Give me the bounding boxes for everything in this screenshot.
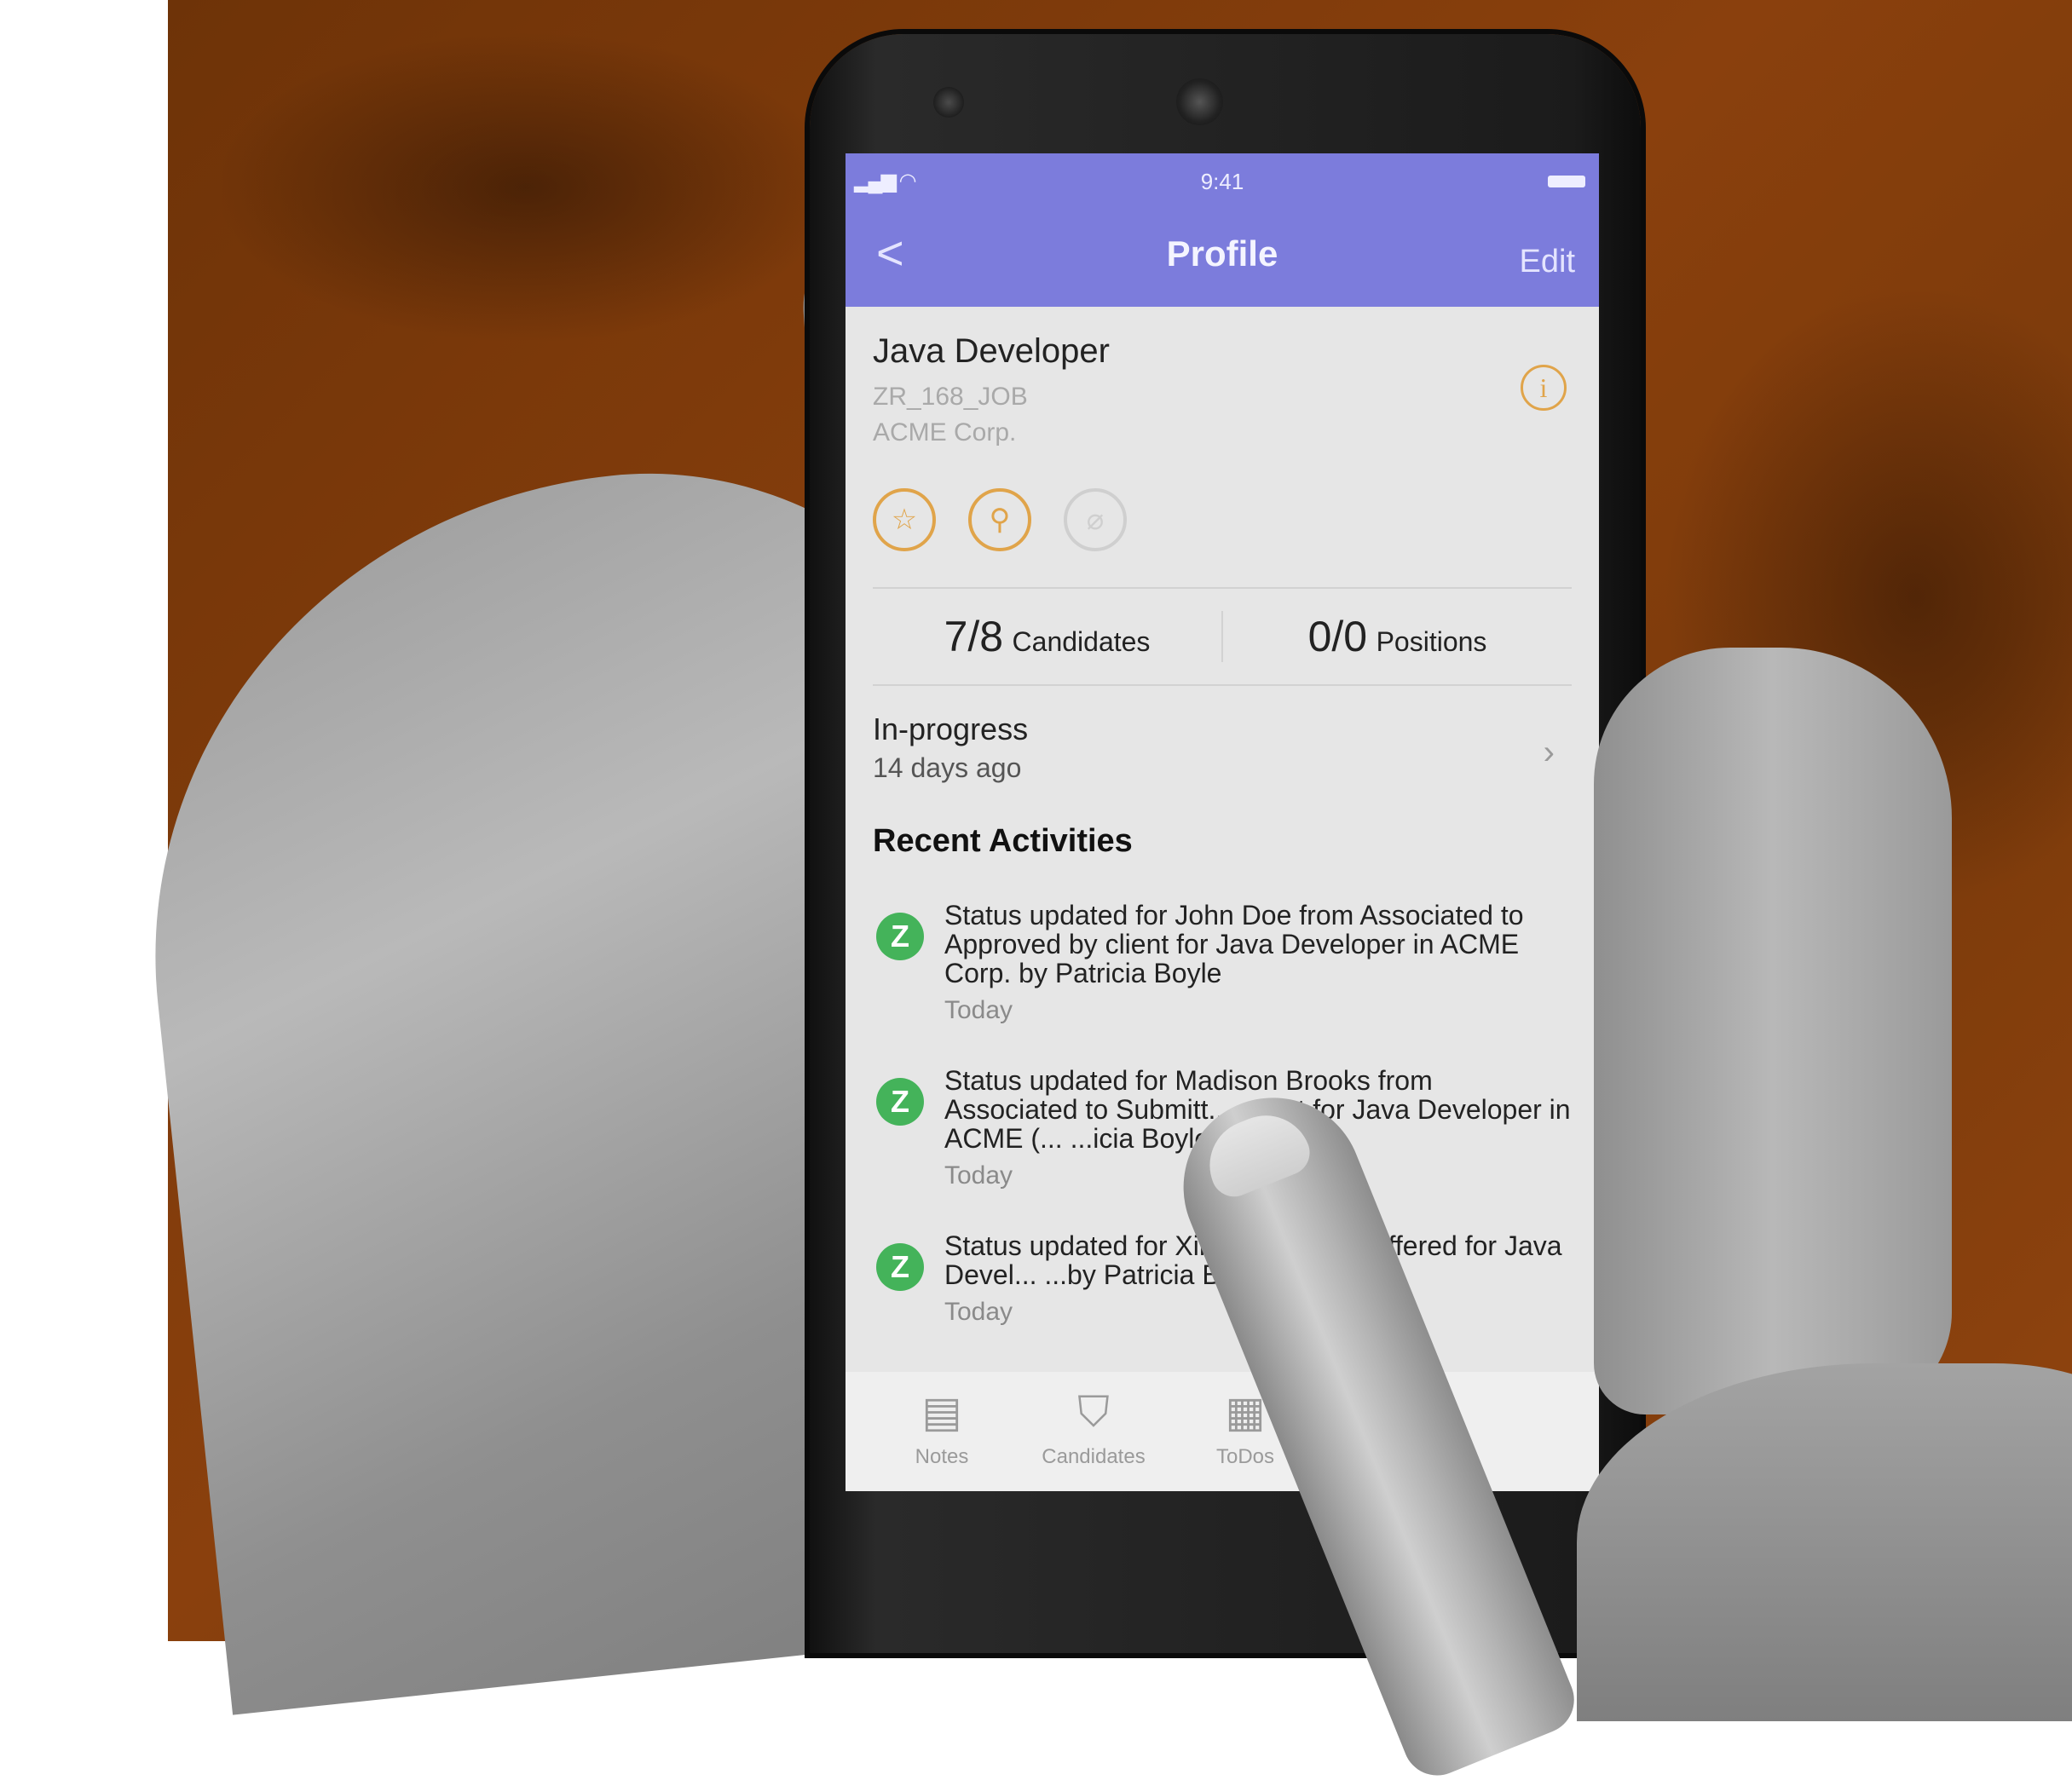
status-bar: ▂▄▆ ◠ 9:41 — [846, 153, 1599, 210]
battery-icon — [1548, 176, 1585, 187]
recent-activities-title: Recent Activities — [873, 823, 1133, 859]
activity-time: Today — [944, 996, 1013, 1024]
info-icon[interactable]: i — [1521, 365, 1567, 411]
positions-stat[interactable]: 0/0 Positions — [1223, 612, 1572, 661]
status-time: 9:41 — [1200, 169, 1244, 194]
front-camera — [933, 87, 964, 118]
activity-item[interactable]: Z Status updated for John Doe from Assoc… — [873, 901, 1572, 1025]
tab-candidates[interactable]: ⛉ Candidates — [1018, 1372, 1169, 1491]
job-status: In-progress — [873, 712, 1029, 746]
nav-bar: < Profile Edit — [846, 210, 1599, 307]
action-row: ☆ ⚲ ⌀ — [873, 488, 1572, 551]
job-title: Java Developer — [873, 332, 1110, 370]
job-company: ACME Corp. — [873, 418, 1017, 446]
earpiece-speaker — [1176, 78, 1223, 125]
phone-device: ▂▄▆ ◠ 9:41 < Profile Edit i Java Develop… — [810, 34, 1641, 1653]
zoho-z-icon: Z — [876, 913, 924, 960]
activity-text: Status updated for John Doe from Associa… — [944, 900, 1524, 988]
job-meta: ZR_168_JOB ACME Corp. — [873, 379, 1572, 451]
location-pin-icon[interactable]: ⚲ — [968, 488, 1031, 551]
candidates-stat[interactable]: 7/8 Candidates — [873, 612, 1221, 661]
right-hand-fingers — [1594, 648, 1952, 1414]
tab-bar: ▤ Notes ⛉ Candidates ▦ ToDos — [846, 1372, 1599, 1491]
page-title: Profile — [1166, 233, 1278, 274]
positions-label: Positions — [1376, 626, 1487, 657]
edit-button[interactable]: Edit — [1520, 244, 1575, 280]
chevron-right-icon: › — [1543, 734, 1555, 771]
job-code: ZR_168_JOB — [873, 383, 1028, 411]
status-time-ago: 14 days ago — [873, 752, 1022, 783]
star-icon[interactable]: ☆ — [873, 488, 936, 551]
candidates-label: Candidates — [1012, 626, 1151, 657]
candidates-count: 7/8 — [944, 613, 1004, 660]
graduation-cap-icon: ⛉ — [1077, 1388, 1110, 1436]
positions-count: 0/0 — [1307, 613, 1368, 660]
notes-icon: ▤ — [921, 1388, 962, 1436]
tab-label: Candidates — [1042, 1445, 1146, 1468]
zoho-z-icon: Z — [876, 1243, 924, 1291]
tab-label: Notes — [915, 1445, 969, 1468]
tab-notes[interactable]: ▤ Notes — [866, 1372, 1018, 1491]
status-row[interactable]: In-progress 14 days ago › — [873, 712, 1572, 784]
stats-row: 7/8 Candidates 0/0 Positions — [873, 587, 1572, 686]
paperclip-icon[interactable]: ⌀ — [1064, 488, 1127, 551]
zoho-z-icon: Z — [876, 1078, 924, 1126]
